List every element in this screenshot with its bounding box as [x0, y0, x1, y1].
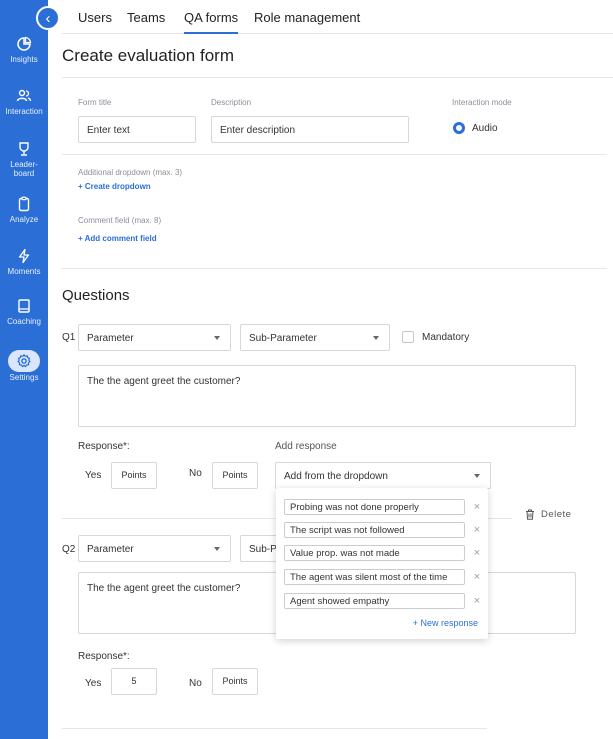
q1-question-text: The the agent greet the customer?: [87, 376, 241, 387]
q2-no-label: No: [189, 678, 202, 689]
add-response-label: Add response: [275, 441, 337, 452]
form-title-placeholder: Enter text: [87, 125, 130, 136]
q2-yes-points-input[interactable]: 5: [111, 668, 157, 695]
description-label: Description: [211, 98, 252, 107]
add-response-select[interactable]: Add from the dropdown: [275, 462, 491, 489]
q1-response-label: Response*:: [78, 441, 130, 452]
q1-yes-points-input[interactable]: Points: [111, 462, 157, 489]
sidebar-item-label: Interaction: [5, 107, 43, 116]
q1-parameter-select[interactable]: Parameter: [78, 324, 231, 351]
response-option[interactable]: Value prop. was not made: [284, 545, 465, 561]
tab-qa-forms[interactable]: QA forms: [184, 10, 239, 34]
lightning-icon: [18, 248, 30, 264]
q2-yes-label: Yes: [85, 678, 102, 689]
remove-option-icon[interactable]: ×: [472, 548, 482, 559]
sidebar-item-settings[interactable]: Settings: [0, 350, 48, 382]
sidebar-item-moments[interactable]: Moments: [0, 248, 48, 276]
page-title: Create evaluation form: [62, 46, 234, 65]
add-response-dropdown-menu: Probing was not done properly × The scri…: [276, 488, 488, 639]
audio-radio-label: Audio: [472, 123, 498, 134]
clipboard-icon: [18, 196, 30, 212]
q1-no-label: No: [189, 468, 202, 479]
form-title-input[interactable]: Enter text: [78, 116, 196, 143]
sidebar-item-label-2: board: [13, 169, 35, 178]
sidebar-item-label: Settings: [9, 373, 39, 382]
remove-option-icon[interactable]: ×: [472, 502, 482, 513]
remove-option-icon[interactable]: ×: [472, 596, 482, 607]
questions-title: Questions: [62, 287, 130, 304]
q1-subparameter-value: Sub-Parameter: [249, 333, 317, 344]
q1-subparameter-select[interactable]: Sub-Parameter: [240, 324, 390, 351]
create-dropdown-link[interactable]: + Create dropdown: [78, 182, 151, 191]
trash-icon: [526, 509, 534, 520]
caret-down-icon: [214, 547, 220, 551]
q1-question-textarea[interactable]: The the agent greet the customer?: [78, 365, 576, 427]
description-input[interactable]: Enter description: [211, 116, 409, 143]
divider: [62, 77, 613, 78]
response-option[interactable]: Probing was not done properly: [284, 499, 465, 515]
divider: [62, 728, 487, 729]
description-placeholder: Enter description: [220, 125, 296, 136]
caret-down-icon: [474, 474, 480, 478]
q2-response-label: Response*:: [78, 651, 130, 662]
comment-field-label: Comment field (max. 8): [78, 216, 162, 225]
additional-dropdown-label: Additional dropdown (max. 3): [78, 168, 183, 177]
sidebar-item-label: Insights: [10, 55, 38, 64]
sidebar-item-label: Coaching: [7, 317, 41, 326]
add-comment-field-link[interactable]: + Add comment field: [78, 234, 157, 243]
tab-role-management[interactable]: Role management: [254, 10, 360, 25]
sidebar-item-coaching[interactable]: Coaching: [0, 298, 48, 326]
mandatory-label: Mandatory: [422, 332, 470, 343]
remove-option-icon[interactable]: ×: [472, 525, 482, 536]
form-title-label: Form title: [78, 98, 112, 107]
sidebar-item-insights[interactable]: Insights: [0, 36, 48, 64]
top-tabs: Users Teams QA forms Role management: [62, 0, 613, 34]
sidebar-item-label: Moments: [7, 267, 41, 276]
caret-down-icon: [373, 336, 379, 340]
q1-number: Q1: [62, 332, 76, 343]
response-option[interactable]: The agent was silent most of the time: [284, 569, 465, 585]
sidebar-item-analyze[interactable]: Analyze: [0, 196, 48, 224]
sidebar-item-interaction[interactable]: Interaction: [0, 88, 48, 116]
app-root: Insights Interaction Leader- board Analy…: [0, 0, 613, 739]
mandatory-checkbox[interactable]: [402, 331, 414, 343]
q2-no-points-input[interactable]: Points: [212, 668, 258, 695]
gear-icon: [17, 354, 31, 368]
collapse-sidebar-button[interactable]: ‹: [36, 6, 60, 30]
q1-no-points-input[interactable]: Points: [212, 462, 258, 489]
remove-option-icon[interactable]: ×: [472, 572, 482, 583]
q1-yes-label: Yes: [85, 470, 102, 481]
trophy-icon: [19, 142, 29, 156]
add-response-select-value: Add from the dropdown: [284, 471, 388, 482]
sidebar-item-label: Leader-: [10, 160, 38, 169]
q2-parameter-select[interactable]: Parameter: [78, 535, 231, 562]
interaction-mode-label: Interaction mode: [452, 98, 512, 107]
tab-teams[interactable]: Teams: [127, 10, 165, 25]
caret-down-icon: [214, 336, 220, 340]
pie-chart-icon: [17, 36, 32, 51]
sidebar-item-leaderboard[interactable]: Leader- board: [0, 141, 48, 178]
audio-radio[interactable]: [453, 122, 465, 134]
divider: [62, 268, 607, 269]
q2-question-text: The the agent greet the customer?: [87, 583, 241, 594]
tab-users[interactable]: Users: [78, 10, 112, 25]
book-icon: [18, 299, 30, 313]
users-icon: [16, 89, 32, 102]
divider: [62, 154, 607, 155]
q1-parameter-value: Parameter: [87, 333, 134, 344]
delete-label: Delete: [541, 509, 572, 520]
chevron-left-icon: ‹: [45, 10, 51, 27]
sidebar: Insights Interaction Leader- board Analy…: [0, 0, 60, 739]
response-option[interactable]: Agent showed empathy: [284, 593, 465, 609]
new-response-link[interactable]: + New response: [413, 618, 478, 628]
q2-number: Q2: [62, 544, 76, 555]
sidebar-item-label: Analyze: [9, 215, 39, 224]
response-option[interactable]: The script was not followed: [284, 522, 465, 538]
q2-parameter-value: Parameter: [87, 544, 134, 555]
